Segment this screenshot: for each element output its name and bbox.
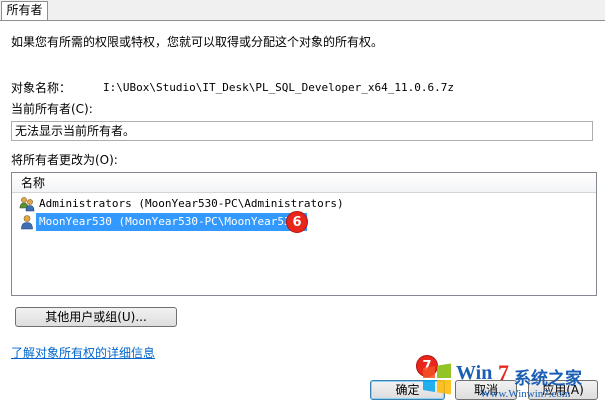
watermark-brand-suffix: 系统之家 xyxy=(514,369,582,389)
site-watermark: Win 7 系统之家 Www.Winwin7.com xyxy=(418,358,605,407)
list-item-label: Administrators (MoonYear530-PC\Administr… xyxy=(39,197,344,210)
tab-strip: 所有者 xyxy=(0,0,605,20)
current-owner-field[interactable]: 无法显示当前所有者。 xyxy=(11,121,593,141)
object-name-value: I:\UBox\Studio\IT_Desk\PL_SQL_Developer_… xyxy=(103,81,454,94)
watermark-brand-win: Win xyxy=(456,362,493,384)
object-name-label: 对象名称： xyxy=(11,81,72,95)
user-icon xyxy=(21,215,33,230)
current-owner-label: 当前所有者(C): xyxy=(11,102,93,116)
user-group-icon xyxy=(19,197,35,212)
owner-listbox[interactable]: 名称 Administrators (MoonYear530-PC\Admini… xyxy=(11,172,597,296)
list-item-label: MoonYear530 (MoonYear530-PC\MoonYear530) xyxy=(36,213,307,231)
intro-text: 如果您有所需的权限或特权，您就可以取得或分配这个对象的所有权。 xyxy=(11,35,384,49)
learn-ownership-link[interactable]: 了解对象所有权的详细信息 xyxy=(11,345,155,361)
column-header-name[interactable]: 名称 xyxy=(12,173,596,193)
change-owner-label: 将所有者更改为(O): xyxy=(11,153,118,167)
watermark-brand-7: 7 xyxy=(498,360,509,385)
step-6-badge: 6 xyxy=(286,211,308,233)
watermark-url: Www.Winwin7.com xyxy=(480,388,571,400)
tab-owner[interactable]: 所有者 xyxy=(1,1,48,20)
other-users-button[interactable]: 其他用户或组(U)... xyxy=(15,307,177,327)
windows-logo-icon xyxy=(423,363,451,395)
